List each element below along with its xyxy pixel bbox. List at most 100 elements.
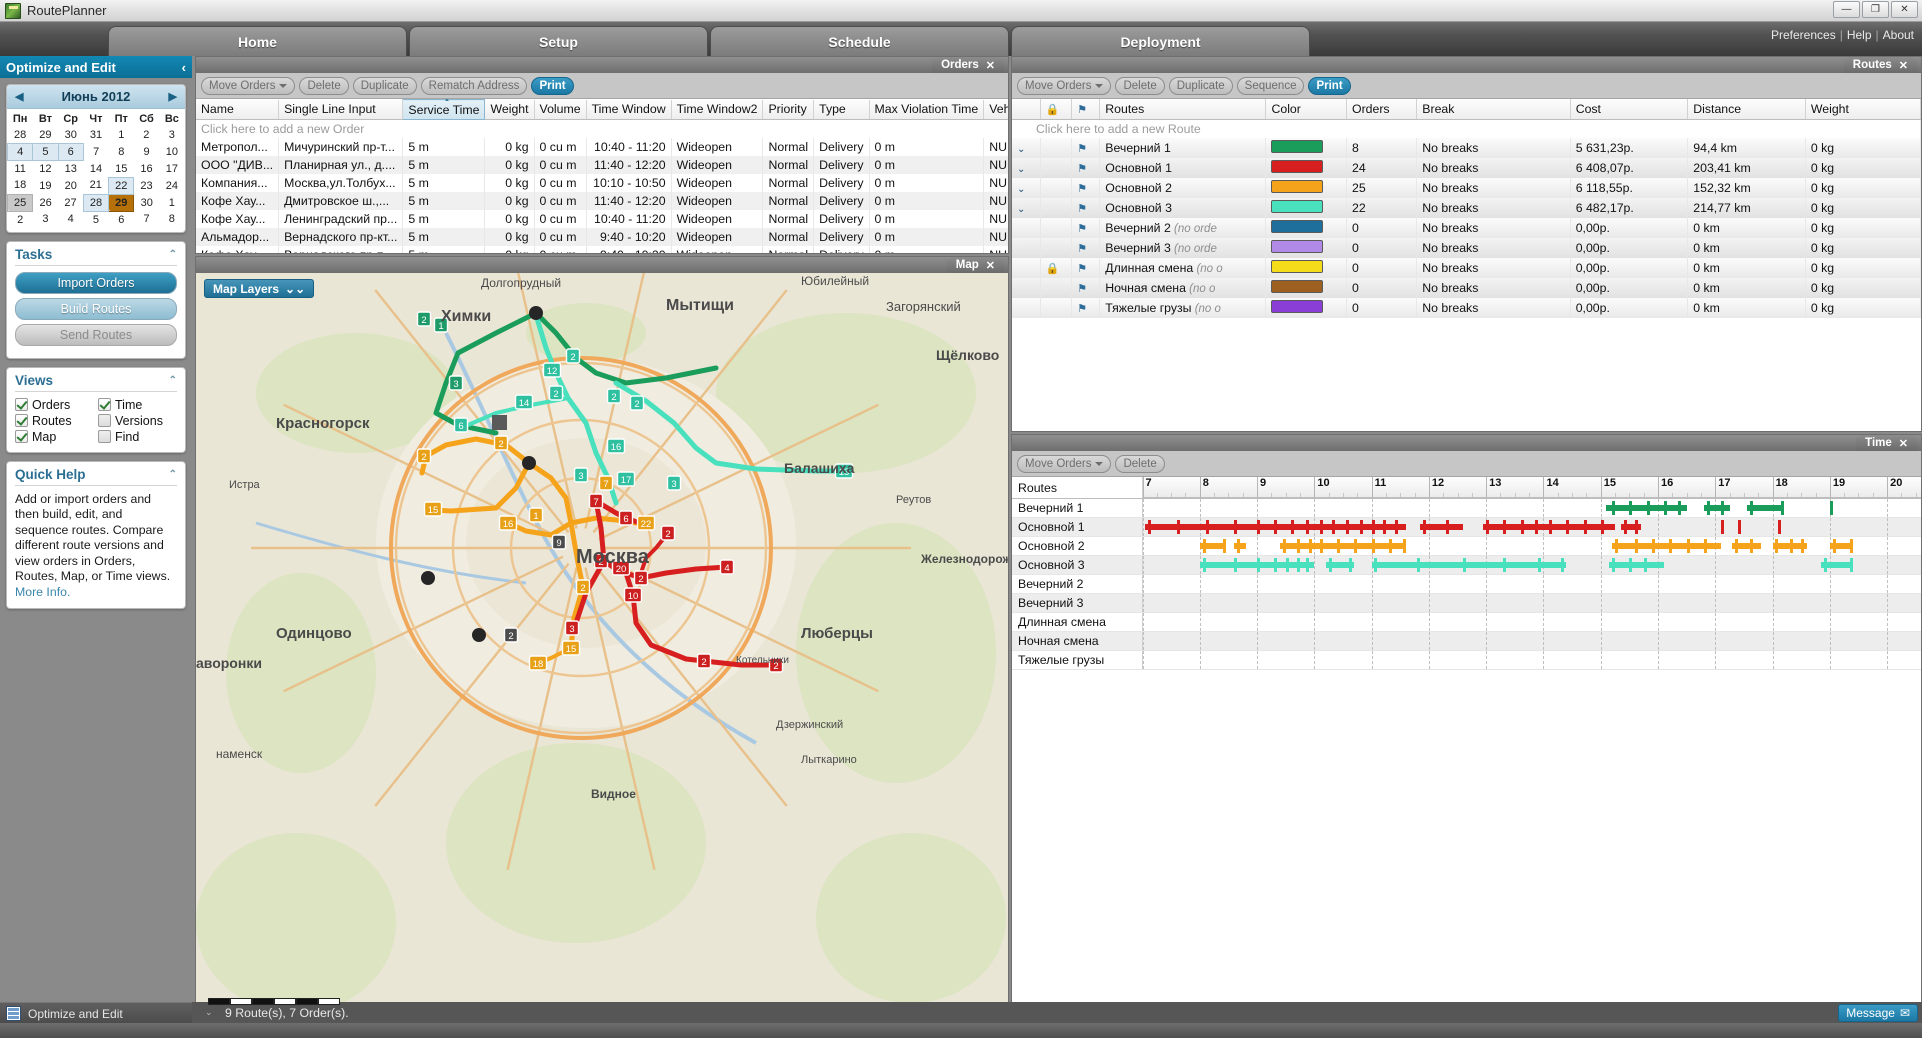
- checkbox-icon[interactable]: [98, 430, 111, 443]
- delete-button[interactable]: Delete: [1115, 76, 1165, 95]
- color-swatch[interactable]: [1271, 179, 1324, 193]
- import-orders-button[interactable]: Import Orders: [15, 271, 177, 294]
- move-orders-button[interactable]: Move Orders: [1017, 76, 1112, 95]
- link-about[interactable]: About: [1883, 28, 1914, 42]
- color-swatch[interactable]: [1271, 139, 1324, 153]
- checkbox-icon[interactable]: [15, 414, 28, 427]
- route-color-cell[interactable]: [1265, 157, 1347, 178]
- close-button[interactable]: ✕: [1891, 1, 1918, 18]
- calendar-day[interactable]: 29: [108, 193, 135, 212]
- orders-column-header[interactable]: Weight: [484, 99, 535, 120]
- color-swatch[interactable]: [1271, 259, 1324, 273]
- calendar-day[interactable]: 3: [33, 211, 58, 228]
- calendar-day[interactable]: 6: [57, 143, 84, 161]
- time-chart-row[interactable]: Длинная смена: [1012, 612, 1921, 632]
- calendar-day[interactable]: 2: [134, 127, 159, 144]
- sequence-button[interactable]: Sequence: [1236, 76, 1305, 95]
- calendar-day[interactable]: 25: [6, 193, 34, 212]
- calendar-next-icon[interactable]: ▶: [169, 90, 177, 103]
- statusbar-left-section[interactable]: Optimize and Edit: [0, 1002, 192, 1024]
- route-color-cell[interactable]: [1265, 137, 1347, 158]
- calendar-day[interactable]: 21: [83, 177, 108, 194]
- route-color-cell[interactable]: [1265, 197, 1347, 218]
- routes-distance-col-header[interactable]: Distance: [1687, 99, 1806, 120]
- calendar-day[interactable]: 6: [109, 211, 134, 228]
- route-lock-cell[interactable]: [1040, 237, 1073, 258]
- orders-table-row[interactable]: Компания... Москва,ул.Толбух... 5 m0 kg 0 c…: [196, 174, 1008, 192]
- orders-column-header[interactable]: Time Window2: [671, 99, 764, 120]
- calendar-day[interactable]: 22: [108, 176, 135, 195]
- time-row-track[interactable]: [1142, 498, 1921, 518]
- route-color-cell[interactable]: [1265, 257, 1347, 278]
- tab-schedule[interactable]: Schedule: [710, 26, 1009, 56]
- calendar-prev-icon[interactable]: ◀: [15, 90, 23, 103]
- orders-table-row[interactable]: ООО "ДИВ... Планирная ул., д.... 5 m0 kg 0 …: [196, 156, 1008, 174]
- calendar-day[interactable]: 7: [83, 144, 108, 161]
- calendar-day[interactable]: 9: [134, 144, 159, 161]
- calendar-day[interactable]: 7: [134, 211, 159, 228]
- route-lock-cell[interactable]: [1040, 277, 1073, 298]
- time-chart-row[interactable]: Основной 3: [1012, 555, 1921, 575]
- routes-break-col-header[interactable]: Break: [1416, 99, 1571, 120]
- orders-table-row[interactable]: Кофе Хау... Дмитровское ш.,... 5 m0 kg 0 cu…: [196, 192, 1008, 210]
- routes-route-col-header[interactable]: ⚑: [1071, 99, 1101, 120]
- route-expand-toggle[interactable]: [1012, 257, 1041, 278]
- calendar-day[interactable]: 15: [109, 161, 134, 178]
- color-swatch[interactable]: [1271, 219, 1324, 233]
- orders-column-header[interactable]: Type: [813, 99, 870, 120]
- time-chart-row[interactable]: Ночная смена: [1012, 631, 1921, 651]
- orders-grid-container[interactable]: NameSingle Line InputService TimeWeightV…: [196, 99, 1008, 253]
- checkbox-icon[interactable]: [98, 414, 111, 427]
- routes-orders-col-header[interactable]: Orders: [1346, 99, 1418, 120]
- calendar-day[interactable]: 29: [33, 127, 58, 144]
- route-lock-cell[interactable]: 🔒: [1040, 257, 1073, 278]
- orders-table-row[interactable]: Альмадор... Вернадского пр-кт... 5 m0 kg 0 …: [196, 228, 1008, 246]
- color-swatch[interactable]: [1271, 159, 1324, 173]
- calendar-day[interactable]: 27: [58, 194, 83, 211]
- delete-button[interactable]: Delete: [299, 76, 349, 95]
- time-row-track[interactable]: [1142, 517, 1921, 537]
- views-collapse-icon[interactable]: ⌃: [169, 375, 177, 386]
- calendar-day[interactable]: 23: [134, 177, 159, 194]
- route-lock-cell[interactable]: [1040, 197, 1073, 218]
- print-button[interactable]: Print: [1308, 76, 1351, 95]
- route-lock-cell[interactable]: [1040, 217, 1073, 238]
- routes-table-row[interactable]: ⌄ ⚑ Основной 3 22 No breaks 6 482,17p. 214,77 …: [1012, 197, 1921, 218]
- orders-column-header[interactable]: Vehicle Specialties: [983, 99, 1008, 120]
- route-expand-toggle[interactable]: ⌄: [1012, 197, 1041, 218]
- time-row-track[interactable]: [1142, 574, 1921, 594]
- route-lock-cell[interactable]: [1040, 297, 1073, 318]
- calendar-day[interactable]: 16: [134, 161, 159, 178]
- calendar-day[interactable]: 11: [8, 161, 33, 178]
- routes-table-row[interactable]: 🔒 ⚑ Длинная смена (no o 0 No breaks 0,00p. 0 k…: [1012, 257, 1921, 278]
- tasks-collapse-icon[interactable]: ⌃: [169, 249, 177, 260]
- route-expand-toggle[interactable]: [1012, 237, 1041, 258]
- routes-color-col-header[interactable]: Color: [1265, 99, 1347, 120]
- minimize-button[interactable]: —: [1833, 1, 1860, 18]
- routes-table-row[interactable]: ⚑ Вечерний 3 (no orde 0 No breaks 0,00p. 0 km…: [1012, 237, 1921, 258]
- checkbox-icon[interactable]: [15, 430, 28, 443]
- orders-column-header[interactable]: Single Line Input: [278, 99, 404, 120]
- route-expand-toggle[interactable]: ⌄: [1012, 137, 1041, 158]
- routes-cost-col-header[interactable]: Cost: [1570, 99, 1689, 120]
- routes-lock-col-header[interactable]: 🔒: [1040, 99, 1073, 120]
- time-row-track[interactable]: [1142, 593, 1921, 613]
- route-lock-cell[interactable]: [1040, 177, 1073, 198]
- routes-table-row[interactable]: ⚑ Ночная смена (no o 0 No breaks 0,00p. 0 km 0…: [1012, 277, 1921, 298]
- chevron-down-icon[interactable]: ⌄: [1017, 184, 1025, 195]
- orders-column-header[interactable]: Volume: [534, 99, 587, 120]
- time-chart-row[interactable]: Основной 2: [1012, 536, 1921, 556]
- view-checkbox-versions[interactable]: Versions: [98, 414, 177, 428]
- orders-close-icon[interactable]: ✕: [986, 59, 995, 72]
- quick-help-more-info-link[interactable]: More Info.: [15, 585, 70, 599]
- checkbox-icon[interactable]: [98, 398, 111, 411]
- route-color-cell[interactable]: [1265, 237, 1347, 258]
- calendar-day[interactable]: 20: [58, 177, 83, 194]
- routes-close-icon[interactable]: ✕: [1899, 59, 1908, 72]
- color-swatch[interactable]: [1271, 199, 1324, 213]
- quick-help-collapse-icon[interactable]: ⌃: [169, 469, 177, 480]
- send-routes-button[interactable]: Send Routes: [15, 323, 177, 346]
- tab-home[interactable]: Home: [108, 26, 407, 56]
- time-row-track[interactable]: [1142, 536, 1921, 556]
- calendar-day[interactable]: 8: [109, 144, 134, 161]
